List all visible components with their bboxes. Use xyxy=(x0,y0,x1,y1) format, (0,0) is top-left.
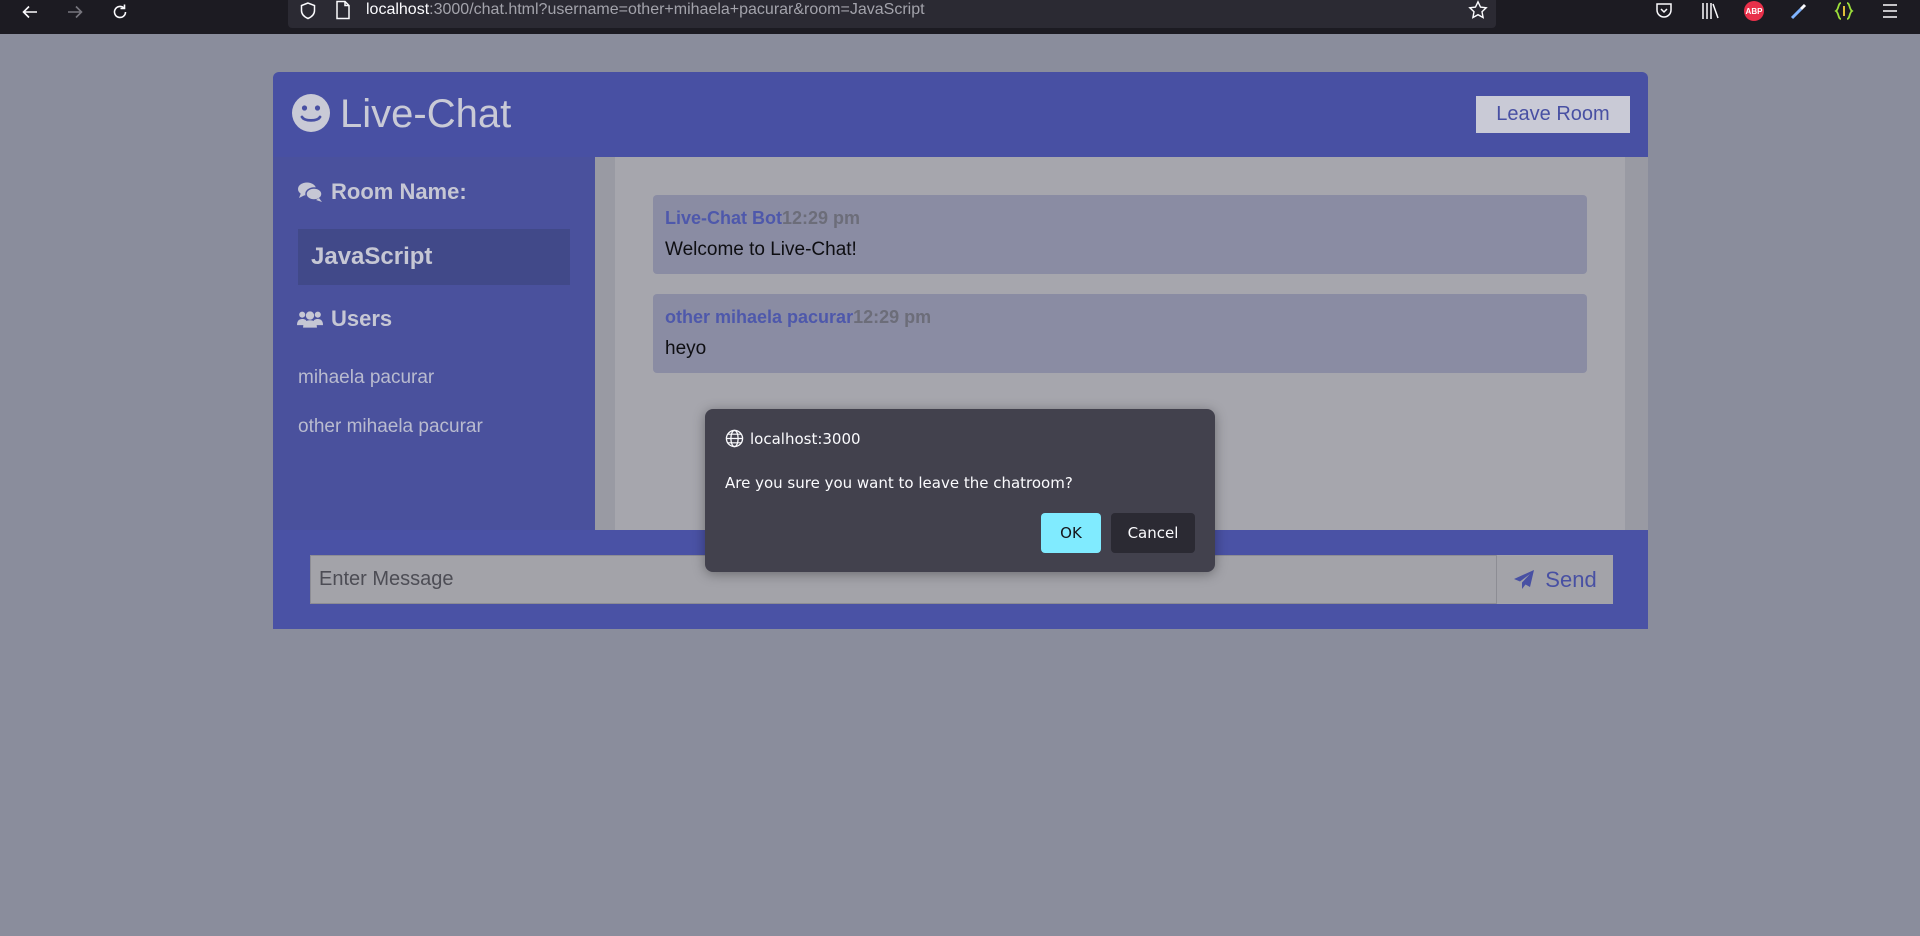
send-label: Send xyxy=(1545,566,1597,592)
chat-header: Live-Chat Leave Room xyxy=(273,72,1648,157)
ok-button[interactable]: OK xyxy=(1041,513,1101,553)
message-username: other mihaela pacurar xyxy=(665,307,854,327)
url-path: :3000/chat.html?username=other+mihaela+p… xyxy=(429,1,925,18)
paper-plane-icon xyxy=(1514,569,1535,589)
comments-icon xyxy=(298,182,323,202)
dialog-message: Are you sure you want to leave the chatr… xyxy=(725,474,1073,492)
smiley-icon xyxy=(292,94,330,132)
url-host: localhost xyxy=(366,1,430,18)
message-username: Live-Chat Bot xyxy=(665,208,782,228)
library-icon[interactable] xyxy=(1698,0,1722,22)
send-button[interactable]: Send xyxy=(1497,555,1613,604)
page-icon[interactable] xyxy=(334,0,352,20)
url-text[interactable]: localhost:3000/chat.html?username=other+… xyxy=(366,0,925,20)
browser-toolbar: localhost:3000/chat.html?username=other+… xyxy=(0,0,1920,34)
eyedropper-icon[interactable] xyxy=(1787,0,1811,22)
confirm-dialog: localhost:3000 Are you sure you want to … xyxy=(705,409,1215,572)
chat-message: other mihaela pacurar12:29 pm heyo xyxy=(653,294,1587,373)
message-time: 12:29 pm xyxy=(853,307,932,327)
sidebar: Room Name: JavaScript Users mihaela pacu… xyxy=(273,157,595,530)
pocket-icon[interactable] xyxy=(1652,0,1676,22)
app-title: Live-Chat xyxy=(340,92,512,136)
url-bar[interactable]: localhost:3000/chat.html?username=other+… xyxy=(288,0,1496,28)
message-meta: other mihaela pacurar12:29 pm xyxy=(665,307,931,328)
room-name-heading: Room Name: xyxy=(297,179,467,205)
chat-message: Live-Chat Bot12:29 pm Welcome to Live-Ch… xyxy=(653,195,1587,274)
extension-icon[interactable] xyxy=(1832,0,1856,22)
room-name-label: Room Name: xyxy=(331,179,467,204)
dialog-origin-text: localhost:3000 xyxy=(750,429,861,448)
adblock-label: ABP xyxy=(1744,1,1764,21)
leave-room-button[interactable]: Leave Room xyxy=(1476,96,1630,133)
message-time: 12:29 pm xyxy=(782,208,861,228)
room-name-value: JavaScript xyxy=(298,229,570,285)
user-list-item: other mihaela pacurar xyxy=(298,416,483,437)
reload-icon[interactable] xyxy=(105,0,135,24)
user-list-item: mihaela pacurar xyxy=(298,367,435,388)
cancel-button[interactable]: Cancel xyxy=(1111,513,1195,553)
globe-icon xyxy=(725,429,744,448)
users-heading: Users xyxy=(297,306,392,332)
message-text: Welcome to Live-Chat! xyxy=(665,239,857,260)
bookmark-star-icon[interactable] xyxy=(1468,0,1488,20)
shield-icon[interactable] xyxy=(298,1,318,21)
users-label: Users xyxy=(331,306,393,331)
message-text: heyo xyxy=(665,338,707,359)
back-arrow-icon[interactable] xyxy=(15,0,45,24)
adblock-icon[interactable]: ABP xyxy=(1742,0,1766,22)
message-meta: Live-Chat Bot12:29 pm xyxy=(665,208,860,229)
forward-arrow-icon[interactable] xyxy=(60,0,90,24)
users-icon xyxy=(297,311,323,328)
menu-icon[interactable] xyxy=(1878,0,1902,22)
dialog-origin: localhost:3000 xyxy=(725,429,861,448)
